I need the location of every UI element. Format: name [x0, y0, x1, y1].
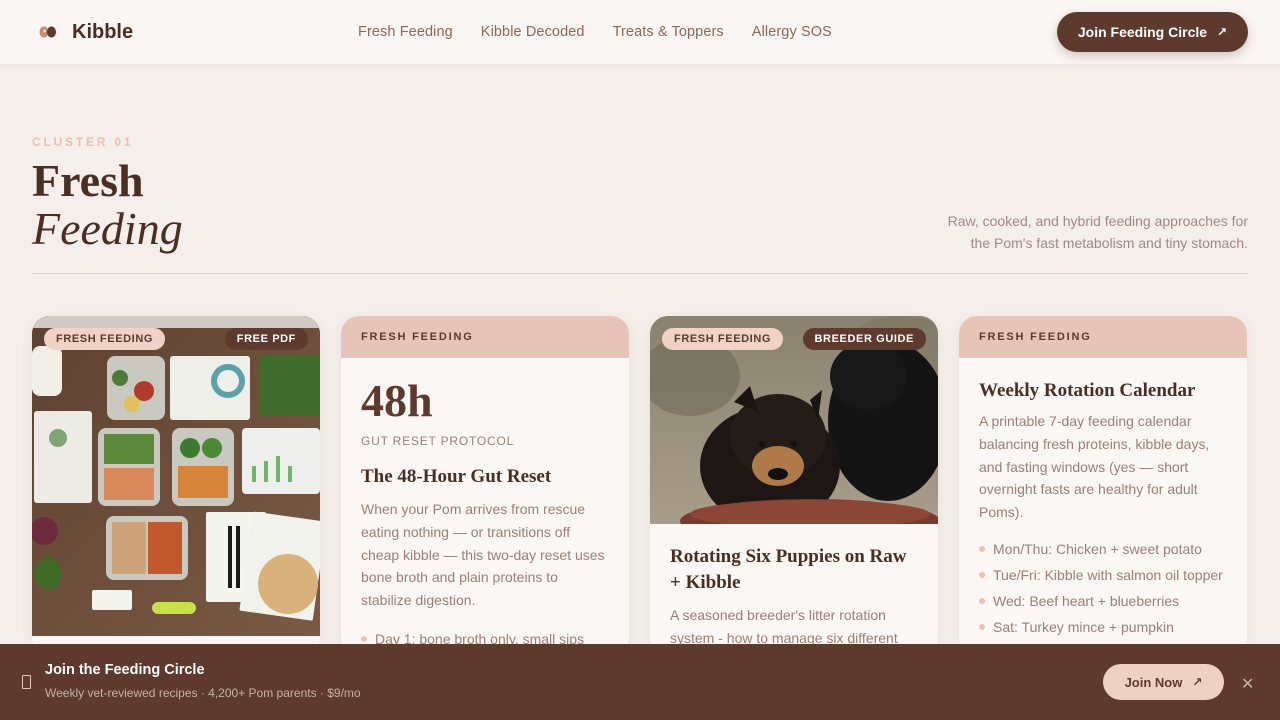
list-item: Sat: Turkey mince + pumpkin — [979, 614, 1227, 640]
card-2-tag: FRESH FEEDING — [361, 331, 474, 343]
card-4-list: Mon/Thu: Chicken + sweet potato Tue/Fri:… — [979, 536, 1227, 640]
card-4-tag-bar: FRESH FEEDING — [959, 316, 1247, 358]
card-1-badge: FREE PDF — [224, 328, 308, 350]
card-rotating-puppies[interactable]: FRESH FEEDING BREEDER GUIDE Rotating Six… — [650, 316, 938, 656]
card-1-tag: FRESH FEEDING — [44, 328, 166, 350]
section-divider — [32, 273, 1248, 274]
nav-kibble-decoded[interactable]: Kibble Decoded — [481, 24, 585, 40]
page-title-line2: Feeding — [32, 203, 183, 254]
arrow-up-right-icon: ↗ — [1192, 675, 1203, 689]
nav-allergy-sos[interactable]: Allergy SOS — [752, 24, 832, 40]
arrow-up-right-icon: ↗ — [1217, 25, 1228, 39]
card-3-badge: BREEDER GUIDE — [802, 328, 926, 350]
banner-subtitle: Weekly vet-reviewed recipes · 4,200+ Pom… — [45, 686, 361, 700]
close-icon[interactable]: ✕ — [1241, 674, 1254, 694]
brand-logo[interactable]: Kibble — [38, 20, 133, 44]
list-item: Mon/Thu: Chicken + sweet potato — [979, 536, 1227, 562]
brand-name: Kibble — [72, 20, 134, 43]
nav-fresh-feeding[interactable]: Fresh Feeding — [358, 24, 453, 40]
nav-treats-toppers[interactable]: Treats & Toppers — [613, 24, 724, 40]
site-header: Kibble Fresh Feeding Kibble Decoded Trea… — [0, 0, 1280, 64]
hero-description: Raw, cooked, and hybrid feeding approach… — [947, 213, 1248, 251]
card-2-stat-label: GUT RESET PROTOCOL — [361, 434, 515, 448]
card-meal-prep[interactable]: FRESH FEEDING FREE PDF — [32, 316, 320, 656]
card-gut-reset[interactable]: FRESH FEEDING 48h GUT RESET PROTOCOL The… — [341, 316, 629, 656]
card-4-text: A printable 7-day feeding calendar balan… — [979, 413, 1210, 521]
join-now-label: Join Now — [1124, 674, 1183, 690]
bookmark-icon — [22, 675, 31, 689]
join-now-button[interactable]: Join Now ↗ — [1103, 664, 1224, 700]
join-feeding-circle-button[interactable]: Join Feeding Circle ↗ — [1057, 12, 1248, 52]
main-nav: Fresh Feeding Kibble Decoded Treats & To… — [358, 24, 832, 40]
cta-label: Join Feeding Circle — [1077, 24, 1208, 40]
banner-title: Join the Feeding Circle — [45, 662, 205, 678]
feeding-circle-banner — [0, 644, 1280, 720]
list-item: Wed: Beef heart + blueberries — [979, 588, 1227, 614]
meal-prep-photo — [32, 316, 320, 636]
cluster-eyebrow: CLUSTER 01 — [32, 135, 134, 149]
card-3-text: A seasoned breeder's litter rotation sys… — [670, 607, 898, 646]
card-4-tag: FRESH FEEDING — [979, 331, 1092, 343]
paw-icon — [38, 20, 58, 44]
list-item: Tue/Fri: Kibble with salmon oil topper — [979, 562, 1227, 588]
card-3-tag: FRESH FEEDING — [662, 328, 784, 350]
card-weekly-rotation[interactable]: FRESH FEEDING Weekly Rotation Calendar A… — [959, 316, 1247, 656]
card-2-title: The 48-Hour Gut Reset — [361, 466, 552, 487]
page-title-line1: Fresh — [32, 155, 144, 206]
card-3-title: Rotating Six Puppies on Raw + Kibble — [670, 546, 907, 593]
card-4-title: Weekly Rotation Calendar — [979, 380, 1196, 401]
card-2-stat: 48h — [361, 375, 433, 426]
card-2-text: When your Pom arrives from rescue eating… — [361, 501, 605, 609]
card-2-tag-bar: FRESH FEEDING — [341, 316, 629, 358]
